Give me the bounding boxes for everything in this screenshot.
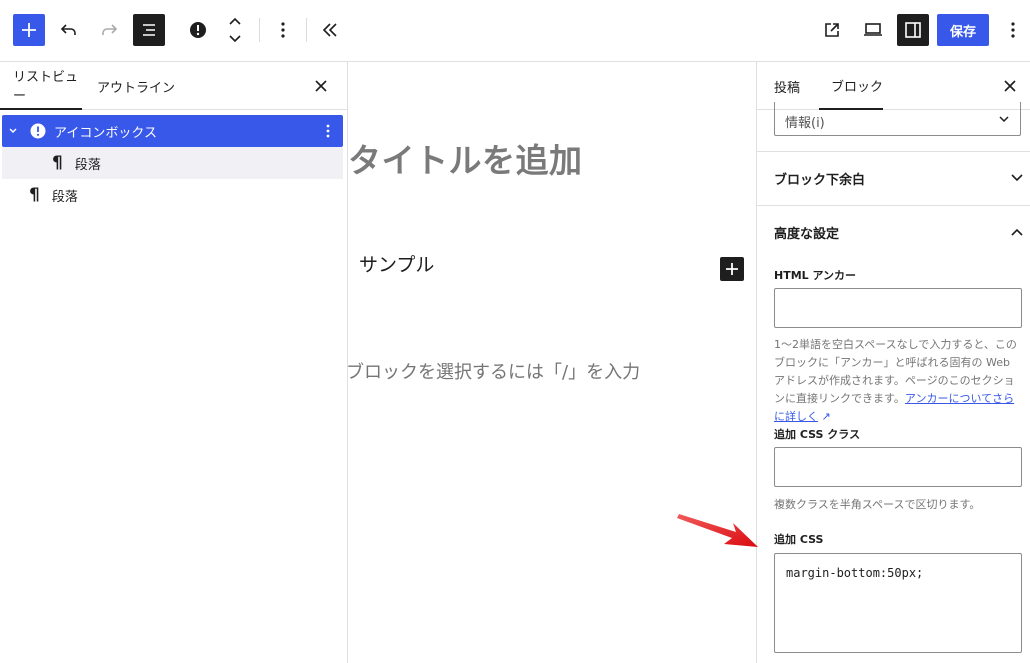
tab-outline[interactable]: アウトライン [97,62,175,110]
paragraph-block[interactable]: サンプル [359,250,434,277]
css-class-label: 追加 CSS クラス [774,428,861,441]
editor-canvas: タイトルを追加 サンプル ブロックを選択するには「/」を入力 [348,62,756,663]
list-view-icon [143,24,155,36]
list-item-label: 段落 [74,157,101,173]
plus-icon [22,23,36,37]
tab-list-view[interactable]: リストビュー [0,62,82,110]
list-item-paragraph-nested[interactable]: ¶ 段落 [2,147,343,179]
html-anchor-label: HTML アンカー [774,269,857,282]
exclamation-circle-icon [190,22,206,38]
select-value: 情報(i) [785,116,825,131]
list-item-label: 段落 [51,189,78,205]
chevron-down-icon[interactable] [8,126,18,136]
view-post-button[interactable] [816,14,848,46]
undo-icon [60,24,76,35]
list-item-paragraph[interactable]: ¶ 段落 [2,179,343,211]
close-list-view-button[interactable] [309,74,333,98]
more-vertical-icon[interactable] [325,123,331,139]
more-vertical-icon [1011,22,1015,38]
block-type-button[interactable] [182,14,214,46]
move-block-button[interactable] [219,14,251,46]
list-item-icon-box[interactable]: アイコンボックス [2,115,343,147]
redo-icon [102,24,118,35]
toolbar-separator [306,18,307,42]
panel-divider [757,151,1030,152]
exclamation-circle-icon [30,123,46,139]
panel-divider [757,205,1030,206]
html-anchor-input[interactable] [774,288,1022,328]
additional-css-textarea[interactable]: margin-bottom:50px; [774,553,1022,653]
list-view-tabs: リストビュー アウトライン [0,62,347,110]
css-class-help: 複数クラスを半角スペースで区切ります。 [774,498,981,511]
undo-button[interactable] [53,14,85,46]
external-link-icon [825,23,839,37]
close-settings-button[interactable] [998,74,1022,98]
chevron-down-icon [999,116,1009,123]
external-link-icon: ↗ [818,410,831,423]
section-title: ブロック下余白 [774,172,866,188]
toolbar-separator [259,18,260,42]
paragraph-icon: ¶ [29,185,40,205]
chevron-down-icon [1011,174,1023,182]
icon-type-select[interactable]: 情報(i) [774,102,1021,136]
editor-toolbar: 保存 [0,0,1030,62]
settings-toggle-button[interactable] [897,14,929,46]
collapse-toolbar-button[interactable] [314,14,346,46]
more-menu-button[interactable] [997,14,1029,46]
advanced-section-toggle[interactable]: 高度な設定 [774,220,1024,244]
list-view-button[interactable] [133,14,165,46]
post-title-input[interactable]: タイトルを追加 [348,134,583,182]
close-icon [1004,80,1016,92]
redo-button[interactable] [93,14,125,46]
paragraph-icon: ¶ [52,153,63,173]
chevron-double-left-icon [322,23,337,37]
section-title: 高度な設定 [774,226,840,242]
more-vertical-icon [281,22,285,38]
close-icon [315,80,327,92]
anchor-help-text: 1〜2単語を空白スペースなしで入力すると、このブロックに「アンカー」と呼ばれる固… [774,336,1024,426]
block-options-button[interactable] [267,14,299,46]
desktop-icon [864,23,882,36]
preview-button[interactable] [857,14,889,46]
move-up-down-icon [229,17,241,43]
add-block-button[interactable] [13,14,45,46]
list-view-panel: リストビュー アウトライン アイコンボックス ¶ 段落 ¶ 段落 [0,62,348,663]
list-item-label: アイコンボックス [54,125,157,141]
annotation-arrow-icon [677,514,758,547]
css-class-input[interactable] [774,447,1022,487]
additional-css-label: 追加 CSS [774,533,824,546]
margin-section-toggle[interactable]: ブロック下余白 [774,166,1024,190]
sidebar-icon [905,22,921,38]
plus-icon [726,263,738,275]
settings-sidebar: 投稿 ブロック 情報(i) ブロック下余白 高度な設定 HTML アンカー 1〜… [756,62,1030,663]
save-button[interactable]: 保存 [937,14,989,46]
block-appender-placeholder[interactable]: ブロックを選択するには「/」を入力 [348,358,640,384]
chevron-up-icon [1011,228,1023,236]
inline-add-block-button[interactable] [720,257,744,281]
